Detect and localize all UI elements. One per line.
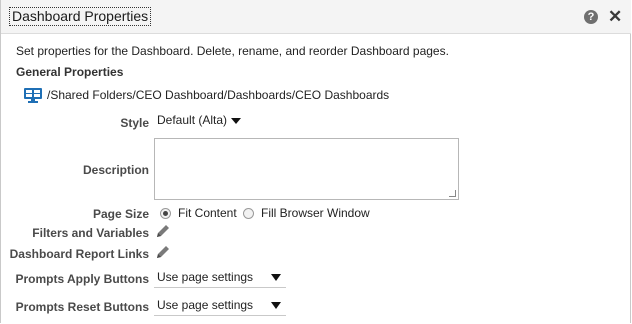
description-textarea[interactable]	[154, 138, 459, 200]
style-select[interactable]: Default (Alta)	[157, 113, 242, 127]
dialog-titlebar: Dashboard Properties ? ✕	[1, 0, 631, 34]
prompts-reset-select[interactable]: Use page settings	[154, 296, 286, 316]
prompts-apply-value: Use page settings	[157, 270, 254, 284]
help-icon[interactable]: ?	[584, 10, 598, 24]
style-label: Style	[120, 116, 149, 130]
chevron-down-icon	[271, 302, 281, 309]
chevron-down-icon	[231, 117, 242, 124]
dashboard-monitor-icon	[24, 88, 42, 103]
filters-label: Filters and Variables	[32, 226, 149, 240]
chevron-down-icon	[271, 274, 281, 281]
page-size-radio-fill-browser[interactable]	[243, 208, 254, 219]
resize-handle-icon[interactable]	[449, 190, 456, 197]
section-title: General Properties	[16, 65, 124, 79]
pencil-icon[interactable]	[155, 223, 171, 239]
dialog-title: Dashboard Properties	[8, 7, 152, 26]
page-size-radio-fit-content[interactable]	[160, 208, 171, 219]
pencil-icon[interactable]	[155, 244, 171, 260]
intro-text: Set properties for the Dashboard. Delete…	[16, 44, 449, 58]
close-icon[interactable]: ✕	[608, 8, 622, 25]
prompts-apply-label: Prompts Apply Buttons	[15, 272, 149, 286]
style-value: Default (Alta)	[157, 113, 228, 127]
dashboard-path: /Shared Folders/CEO Dashboard/Dashboards…	[47, 88, 390, 102]
prompts-reset-value: Use page settings	[157, 298, 254, 312]
prompts-reset-label: Prompts Reset Buttons	[15, 300, 149, 314]
prompts-apply-select[interactable]: Use page settings	[154, 268, 286, 288]
fit-content-label: Fit Content	[178, 206, 237, 220]
page-size-label: Page Size	[92, 207, 149, 221]
description-label: Description	[82, 163, 149, 177]
dashboard-properties-dialog: Dashboard Properties ? ✕ Set properties …	[0, 0, 631, 323]
fill-browser-label: Fill Browser Window	[261, 206, 370, 220]
report-links-label: Dashboard Report Links	[9, 247, 149, 261]
